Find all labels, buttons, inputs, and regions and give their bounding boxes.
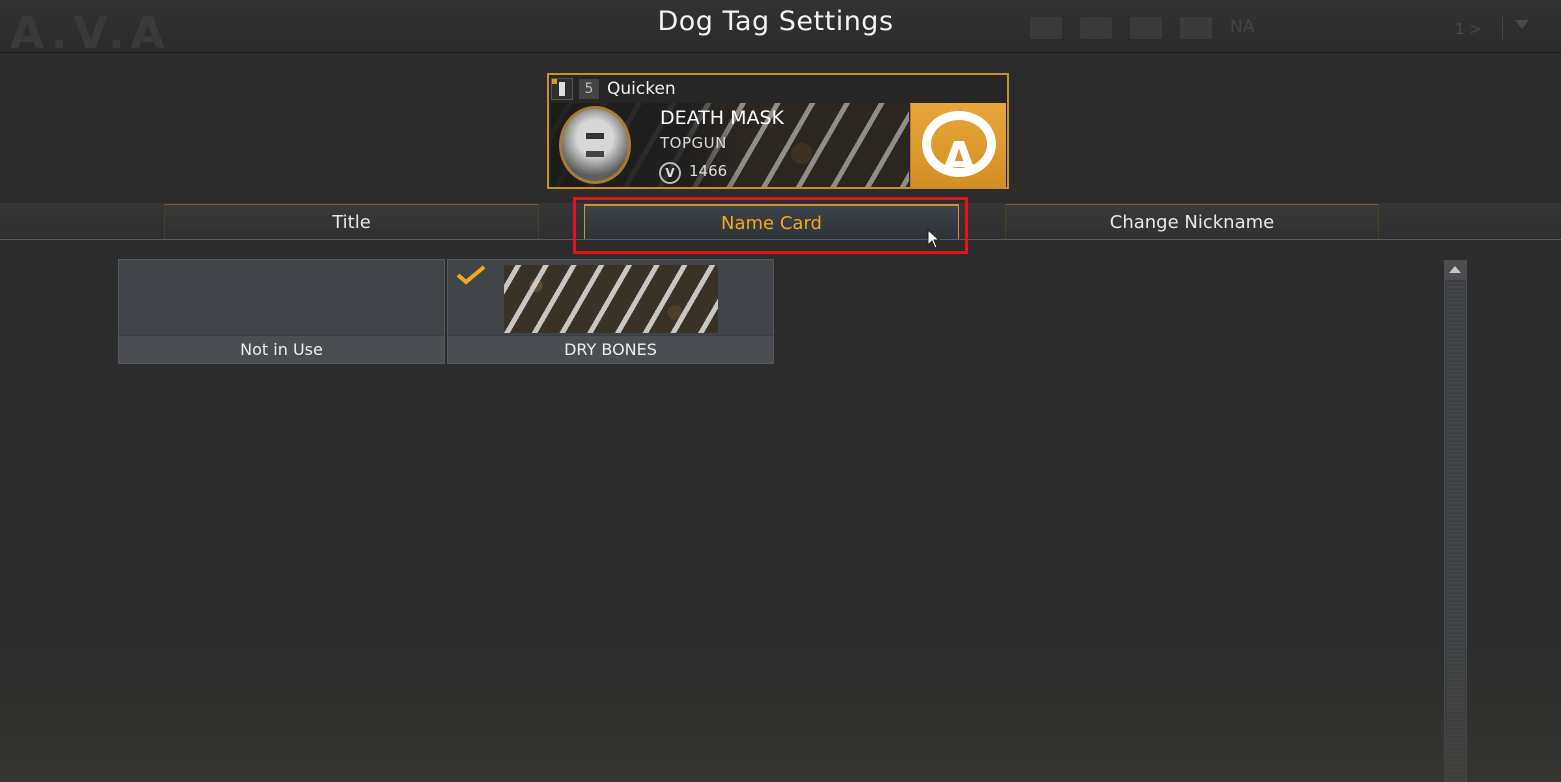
title-bar: A.V.A Dog Tag Settings NA 1 > [0, 0, 1561, 56]
dog-tag-preview: 5 Quicken DEATH MASK TOPGUN V 1466 A [547, 73, 1009, 189]
clan-badge: A [910, 103, 1006, 187]
item-label: Not in Use [119, 335, 444, 363]
checkmark-icon [456, 265, 486, 285]
tab-title[interactable]: Title [164, 204, 539, 239]
region-label: NA [1230, 17, 1255, 37]
divider [1502, 16, 1503, 40]
page-indicator: 1 > [1455, 20, 1482, 38]
item-label: DRY BONES [448, 335, 773, 363]
name-card-item-not-in-use[interactable]: Not in Use [118, 259, 445, 364]
dog-tag-header: 5 Quicken [551, 78, 676, 100]
rank-icon [551, 78, 573, 100]
ranking-icon[interactable] [1130, 17, 1162, 39]
clan-letter: A [941, 133, 977, 184]
name-card-title: DEATH MASK [660, 107, 785, 129]
page-title: Dog Tag Settings [657, 6, 894, 37]
name-card-background: DEATH MASK TOPGUN V 1466 [551, 103, 909, 187]
scroll-up-button[interactable] [1444, 260, 1467, 280]
points-value: 1466 [689, 162, 728, 180]
top-menu-icons: NA [1030, 14, 1254, 42]
name-card-subtitle: TOPGUN [660, 134, 727, 152]
v-points-icon: V [659, 162, 681, 184]
level-badge: 5 [579, 79, 599, 99]
ticket-icon[interactable] [1180, 17, 1212, 39]
name-card-item-dry-bones[interactable]: DRY BONES [447, 259, 774, 364]
tab-name-card[interactable]: Name Card [584, 204, 959, 239]
dry-bones-thumbnail [504, 265, 718, 333]
calendar-icon[interactable] [1080, 17, 1112, 39]
chevron-down-icon[interactable] [1515, 20, 1529, 29]
death-mask-icon [559, 106, 631, 184]
tab-change-nickname[interactable]: Change Nickname [1005, 204, 1379, 239]
scrollbar-thumb[interactable] [1446, 282, 1465, 780]
player-name: Quicken [607, 79, 676, 99]
flag-icon[interactable] [1030, 17, 1062, 39]
